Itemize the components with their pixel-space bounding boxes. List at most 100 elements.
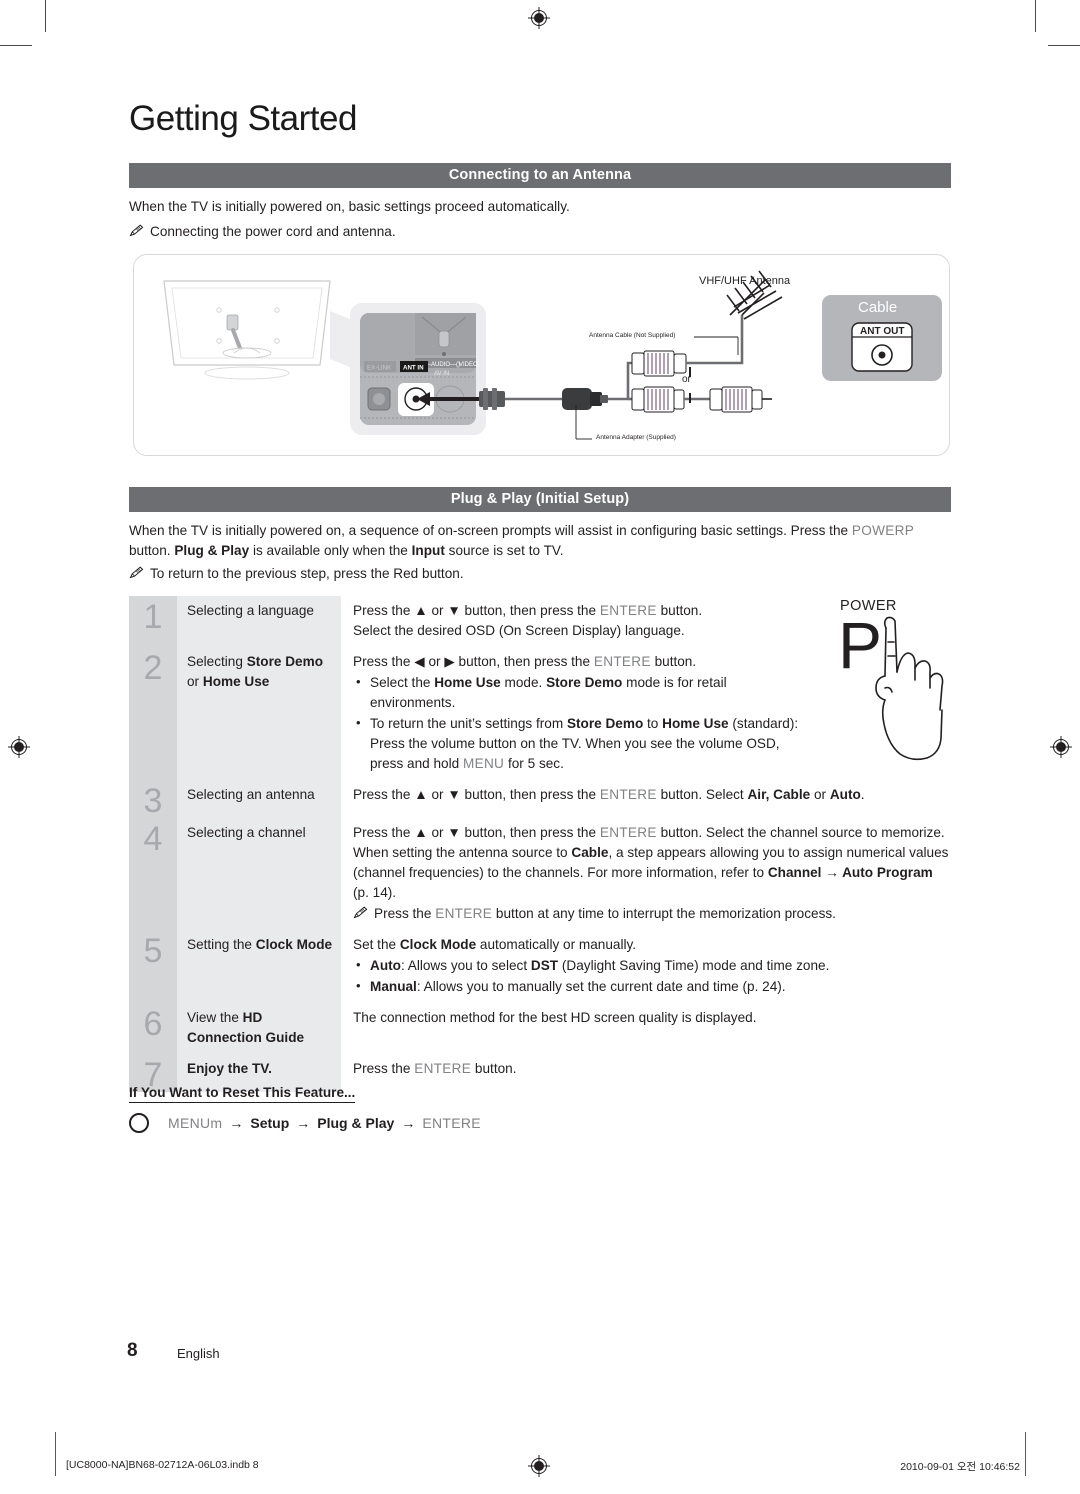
registration-mark-bottom: [528, 1455, 550, 1477]
step-6-line-0-seg-0: The connection method for the best HD sc…: [353, 1010, 757, 1025]
step-1-line-1-seg-0: Select the desired OSD (On Screen Displa…: [353, 623, 685, 638]
crop-mark-top-right-v: [1035, 0, 1036, 32]
step-2-line-0-seg-2: or: [424, 654, 445, 669]
hand-pointing-icon: [875, 616, 944, 761]
step-title-2: Selecting Store Demo or Home Use: [177, 647, 341, 780]
step-1-line-0-seg-3: ▼: [447, 603, 461, 618]
registration-mark-right: [1050, 736, 1072, 758]
step-1-line-0: Press the ▲ or ▼ button, then press the …: [353, 601, 801, 621]
step-7-line-0-seg-1: ENTERE: [414, 1061, 472, 1076]
plugplay-intro-part4: source is set to TV.: [448, 543, 564, 558]
step-5-line-0: Set the Clock Mode automatically or manu…: [353, 935, 951, 955]
antenna-connector-upper: [631, 315, 744, 377]
step-2-bullet-1-seg-6: for 5 sec.: [504, 756, 564, 771]
step-1-line-0-seg-6: button.: [656, 603, 703, 618]
step-2-bullet-list: Select the Home Use mode. Store Demo mod…: [353, 672, 801, 774]
step-number-1: 1: [129, 596, 177, 647]
antenna-intro-text: When the TV is initially powered on, bas…: [129, 199, 570, 214]
step-title-2-seg-0: Selecting: [187, 654, 247, 669]
vhf-uhf-antenna-label: VHF/UHF Antenna: [699, 275, 791, 287]
plugplay-note: To return to the previous step, press th…: [129, 564, 464, 584]
step-3-line-0-seg-10: .: [860, 787, 865, 802]
section-header-plug-play: Plug & Play (Initial Setup): [129, 487, 951, 512]
step-2-line-0-seg-6: button.: [650, 654, 697, 669]
registration-mark-top: [528, 7, 550, 29]
power-key-label: POWERP: [851, 523, 915, 538]
cable-box-title: Cable: [858, 299, 898, 316]
step-1-line-0-seg-4: button, then press the: [460, 603, 600, 618]
step-1-line-0-seg-2: or: [427, 603, 448, 618]
power-button-illustration: POWER P: [826, 598, 954, 768]
footer-rule-left: [55, 1432, 56, 1476]
step-title-2-seg-3: Home Use: [202, 674, 270, 689]
step-2-bullet-0-seg-2: mode.: [500, 675, 547, 690]
step-title-5-seg-1: Clock Mode: [255, 937, 333, 952]
crop-mark-top-left-h: [0, 45, 32, 46]
step-body-4: Press the ▲ or ▼ button, then press the …: [341, 818, 951, 930]
plugplay-intro-part3: is available only when the: [252, 543, 408, 558]
port-label-video: VIDEO: [459, 362, 478, 368]
page-number: 8: [127, 1340, 138, 1361]
step-5-bullet-list: Auto: Allows you to select DST (Daylight…: [353, 955, 951, 997]
step-3-line-0-seg-6: button. Select: [656, 787, 748, 802]
pencil-note-icon: [129, 566, 144, 579]
step-2-line-0-seg-3: ▶: [444, 654, 455, 669]
step-body-3: Press the ▲ or ▼ button, then press the …: [341, 780, 951, 818]
step-2-bullet-1: To return the unit’s settings from Store…: [353, 713, 801, 774]
step-1-line-0-seg-0: Press the: [353, 603, 415, 618]
step-7-line-0-seg-0: Press the: [353, 1061, 415, 1076]
step-body-6: The connection method for the best HD sc…: [341, 1003, 951, 1054]
step-title-3: Selecting an antenna: [177, 780, 341, 818]
step-7-line-0: Press the ENTERE button.: [353, 1059, 951, 1079]
step-5-line-0-seg-1: Clock Mode: [399, 937, 477, 952]
step-title-2-seg-1: Store Demo: [246, 654, 323, 669]
step-4-line-0-seg-1: ▲: [414, 825, 428, 840]
step-row-4: 4 Selecting a channel Press the ▲ or ▼ but…: [129, 818, 951, 930]
step-number-5: 5: [129, 930, 177, 1003]
step-4-line-0-seg-3: ▼: [447, 825, 461, 840]
ant-out-label: ANT OUT: [860, 326, 905, 337]
crop-mark-top-left-v: [45, 0, 46, 32]
footer-rule-right: [1025, 1432, 1026, 1476]
antenna-cable-label: Antenna Cable (Not Supplied): [589, 332, 676, 339]
step-2-line-0-seg-1: ◀: [414, 654, 425, 669]
antenna-connector-lower: [631, 386, 772, 413]
antenna-adapter-label: Antenna Adapter (Supplied): [596, 434, 676, 441]
footer-filename: [UC8000-NA]BN68-02712A-06L03.indb 8: [66, 1459, 259, 1471]
step-number-6: 6: [129, 1003, 177, 1054]
step-2-bullet-1-seg-3: Home Use: [662, 716, 729, 731]
step-5-bullet-1-seg-1: : Allows you to manually set the current…: [416, 979, 786, 994]
manual-page: Getting Started Connecting to an Antenna…: [0, 0, 1080, 1494]
reset-path-seg-3: →: [296, 1115, 311, 1131]
step-4-note-seg-1: ENTERE: [435, 906, 493, 921]
step-row-3: 3 Selecting an antenna Press the ▲ or ▼ bu…: [129, 780, 951, 818]
step-5-line-0-seg-2: automatically or manually.: [476, 937, 637, 952]
reset-path-seg-6: ENTERE: [422, 1115, 481, 1131]
step-5-bullet-0-seg-3: (Daylight Saving Time) mode and time zon…: [558, 958, 830, 973]
step-2-bullet-0-seg-3: Store Demo: [546, 675, 623, 690]
step-2-bullet-0-seg-0: Select the: [370, 675, 435, 690]
reset-path-seg-4: Plug & Play: [317, 1115, 395, 1131]
step-2-line-0-seg-5: ENTERE: [593, 654, 651, 669]
step-4-line-0-seg-5: ENTERE: [599, 825, 657, 840]
step-4-line-0-seg-4: button, then press the: [460, 825, 600, 840]
step-2-bullet-0-seg-1: Home Use: [434, 675, 501, 690]
step-title-7-seg-0: Enjoy the TV.: [187, 1061, 272, 1076]
step-4-line-0-seg-7: Cable: [571, 845, 609, 860]
step-number-4: 4: [129, 818, 177, 930]
step-4-line-0-seg-10: (p. 14).: [353, 885, 397, 900]
step-3-line-0-seg-5: ENTERE: [599, 787, 657, 802]
step-3-line-0-seg-2: or: [427, 787, 448, 802]
step-title-5-seg-0: Setting the: [187, 937, 256, 952]
step-3-line-0: Press the ▲ or ▼ button, then press the …: [353, 785, 951, 805]
step-title-1: Selecting a language: [177, 596, 341, 647]
reset-feature-menu-path: MENUm → Setup → Plug & Play → ENTERE: [129, 1113, 481, 1133]
step-3-line-0-seg-0: Press the: [353, 787, 415, 802]
step-4-line-0-seg-0: Press the: [353, 825, 415, 840]
step-title-6-seg-0: View the: [187, 1010, 243, 1025]
antenna-note-text: Connecting the power cord and antenna.: [150, 224, 396, 239]
step-5-line-0-seg-0: Set the: [353, 937, 400, 952]
step-4-line-0: Press the ▲ or ▼ button, then press the …: [353, 823, 951, 903]
pencil-note-icon: [353, 906, 368, 919]
step-4-note: Press the ENTERE button at any time to i…: [353, 904, 951, 924]
